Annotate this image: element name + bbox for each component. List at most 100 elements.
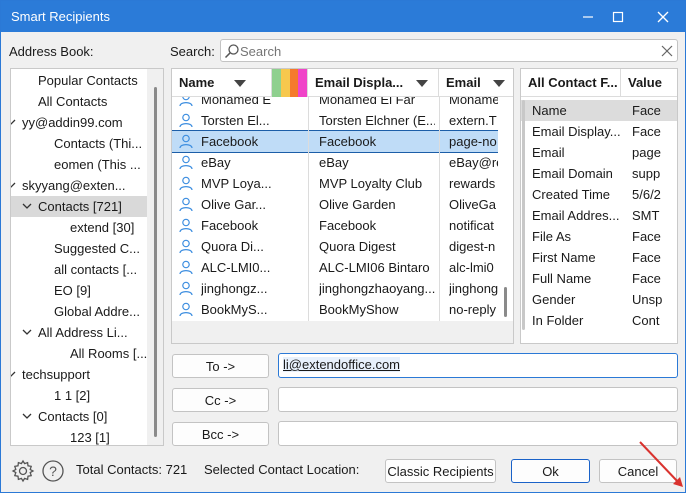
tree-item[interactable]: EO [9] <box>11 280 147 301</box>
property-row[interactable]: Email Domain supp <box>521 163 677 184</box>
tree-item[interactable]: yy@addin99.com <box>11 112 147 133</box>
properties-scroll-thumb[interactable] <box>522 100 525 330</box>
contact-row[interactable]: Torsten El... Torsten Elchner (E... extern… <box>172 110 502 131</box>
cc-button[interactable]: Cc -> <box>172 388 269 412</box>
tree-item[interactable]: 1 1 [2] <box>11 385 147 406</box>
to-field[interactable]: li@extendoffice.com <box>278 353 678 378</box>
contact-row[interactable]: MVP Loya... MVP Loyalty Club rewards <box>172 173 502 194</box>
color-category-header[interactable] <box>272 69 308 97</box>
property-row[interactable]: First Name Face <box>521 247 677 268</box>
ok-button[interactable]: Ok <box>511 459 590 483</box>
address-book-tree[interactable]: 123 [1] Contacts [0] 1 1 [2] techsupport All… <box>10 68 164 446</box>
grid-vertical-scrollbar[interactable] <box>498 97 513 321</box>
tree-item-label: yy@addin99.com <box>22 115 123 130</box>
to-button[interactable]: To -> <box>172 354 269 378</box>
property-row[interactable]: Full Name Face <box>521 268 677 289</box>
contact-row[interactable]: Facebook Facebook notificat <box>172 215 502 236</box>
contact-row[interactable]: BookMyS... BookMyShow no-reply <box>172 299 502 320</box>
classic-recipients-button[interactable]: Classic Recipients <box>385 459 496 483</box>
contact-row[interactable]: ALC-LMI0... ALC-LMI06 Bintaro alc-lmi0 <box>172 257 502 278</box>
column-header-value[interactable]: Value <box>621 69 677 97</box>
tree-scroll-thumb[interactable] <box>154 87 157 437</box>
property-row[interactable]: Email page <box>521 142 677 163</box>
tree-item[interactable]: Contacts [0] <box>11 406 147 427</box>
contact-row[interactable]: eBay eBay eBay@re <box>172 152 502 173</box>
tree-item[interactable]: Contacts [721] <box>11 196 147 217</box>
gear-icon[interactable] <box>11 459 35 483</box>
contact-email-cell: alc-lmi0 <box>449 260 494 275</box>
contact-name-cell: jinghongz... <box>201 281 268 296</box>
contact-row[interactable]: Quora Di... Quora Digest digest-n <box>172 236 502 257</box>
property-row[interactable]: File As Face <box>521 226 677 247</box>
chevron-down-icon[interactable] <box>11 175 17 204</box>
contact-row[interactable]: jinghongz... jinghongzhaoyang... jinghong <box>172 278 502 299</box>
property-row[interactable]: Email Display... Face <box>521 121 677 142</box>
bcc-field[interactable] <box>278 421 678 446</box>
properties-scrollbar[interactable] <box>521 100 527 330</box>
search-box[interactable] <box>220 39 678 62</box>
contact-row[interactable]: Olive Gar... Olive Garden OliveGa <box>172 194 502 215</box>
close-button[interactable] <box>646 1 680 32</box>
chevron-down-icon[interactable] <box>11 112 17 141</box>
color-swatch-yellow <box>280 69 290 97</box>
property-name-cell: Email Domain <box>532 166 613 181</box>
contact-email-cell: jinghong <box>449 281 499 296</box>
chevron-down-icon[interactable] <box>21 322 33 351</box>
property-rows[interactable]: Name Face Email Display... Face Email page Ema… <box>521 100 677 332</box>
tree-item[interactable]: Popular Contacts <box>11 70 147 91</box>
chevron-down-icon[interactable] <box>21 196 33 225</box>
help-icon[interactable]: ? <box>41 459 65 483</box>
person-icon <box>179 97 193 107</box>
tree-item[interactable]: eomen (This ... <box>11 154 147 175</box>
column-header-email-display[interactable]: Email Displa... <box>308 69 439 97</box>
contacts-grid[interactable]: Name Email Displa... Email Mohamed El...… <box>171 68 514 344</box>
tree-item[interactable]: Contacts (Thi... <box>11 133 147 154</box>
search-input[interactable] <box>240 41 650 61</box>
sort-arrow-icon[interactable] <box>493 80 505 87</box>
cc-field[interactable] <box>278 387 678 412</box>
contact-email-cell: extern.T <box>449 113 497 128</box>
chevron-down-icon[interactable] <box>21 406 33 435</box>
grid-scroll-thumb[interactable] <box>504 287 507 317</box>
smart-recipients-window: Smart Recipients Address Book: Search: 1… <box>0 0 686 493</box>
tree-item[interactable]: skyyang@exten... <box>11 175 147 196</box>
bcc-button[interactable]: Bcc -> <box>172 422 269 446</box>
sort-arrow-icon[interactable] <box>234 80 246 87</box>
property-row[interactable]: Created Time 5/6/2 <box>521 184 677 205</box>
to-field-value: li@extendoffice.com <box>283 357 401 372</box>
column-header-field[interactable]: All Contact F... <box>521 69 621 97</box>
property-name-cell: Name <box>532 103 567 118</box>
tree-item-label: extend [30] <box>70 220 135 235</box>
column-header-email[interactable]: Email <box>439 69 513 97</box>
column-header-name[interactable]: Name <box>172 69 272 97</box>
contact-display-cell: Facebook <box>319 218 377 233</box>
tree-item[interactable]: All Contacts <box>11 91 147 112</box>
tree-item[interactable]: all contacts [... <box>11 259 147 280</box>
person-icon <box>179 260 193 275</box>
grid-horizontal-scrollbar[interactable] <box>172 321 513 343</box>
tree-scrollbar[interactable] <box>147 69 163 445</box>
sort-arrow-icon[interactable] <box>416 80 428 87</box>
tree-item[interactable]: Global Addre... <box>11 301 147 322</box>
minimize-button[interactable] <box>571 1 605 32</box>
property-row[interactable]: Email Addres... SMT <box>521 205 677 226</box>
property-value-cell: supp <box>632 166 661 181</box>
contact-name-cell: Quora Di... <box>201 239 264 254</box>
contact-properties[interactable]: All Contact F... Value Name Face Email Dis… <box>520 68 678 344</box>
contact-row[interactable]: Facebook Facebook page-no <box>172 130 502 153</box>
property-row[interactable]: Gender Unsp <box>521 289 677 310</box>
maximize-button[interactable] <box>601 1 635 32</box>
person-icon <box>179 155 193 170</box>
clear-search-icon[interactable] <box>661 45 673 57</box>
contact-display-cell: Olive Garden <box>319 197 396 212</box>
tree-item-label: All Address Li... <box>38 325 128 340</box>
tree-item[interactable]: Suggested C... <box>11 238 147 259</box>
total-contacts-text: Total Contacts: 721 <box>76 462 188 477</box>
chevron-down-icon[interactable] <box>11 364 17 393</box>
property-row[interactable]: In Folder Cont <box>521 310 677 331</box>
grid-rows[interactable]: Mohamed El... Mohamed El Far Mohame Torsten… <box>172 97 502 321</box>
contact-row[interactable]: Mohamed El... Mohamed El Far Mohame <box>172 97 502 110</box>
tree-item[interactable]: techsupport <box>11 364 147 385</box>
tree-item[interactable]: All Address Li... <box>11 322 147 343</box>
property-row[interactable]: Name Face <box>521 100 677 121</box>
